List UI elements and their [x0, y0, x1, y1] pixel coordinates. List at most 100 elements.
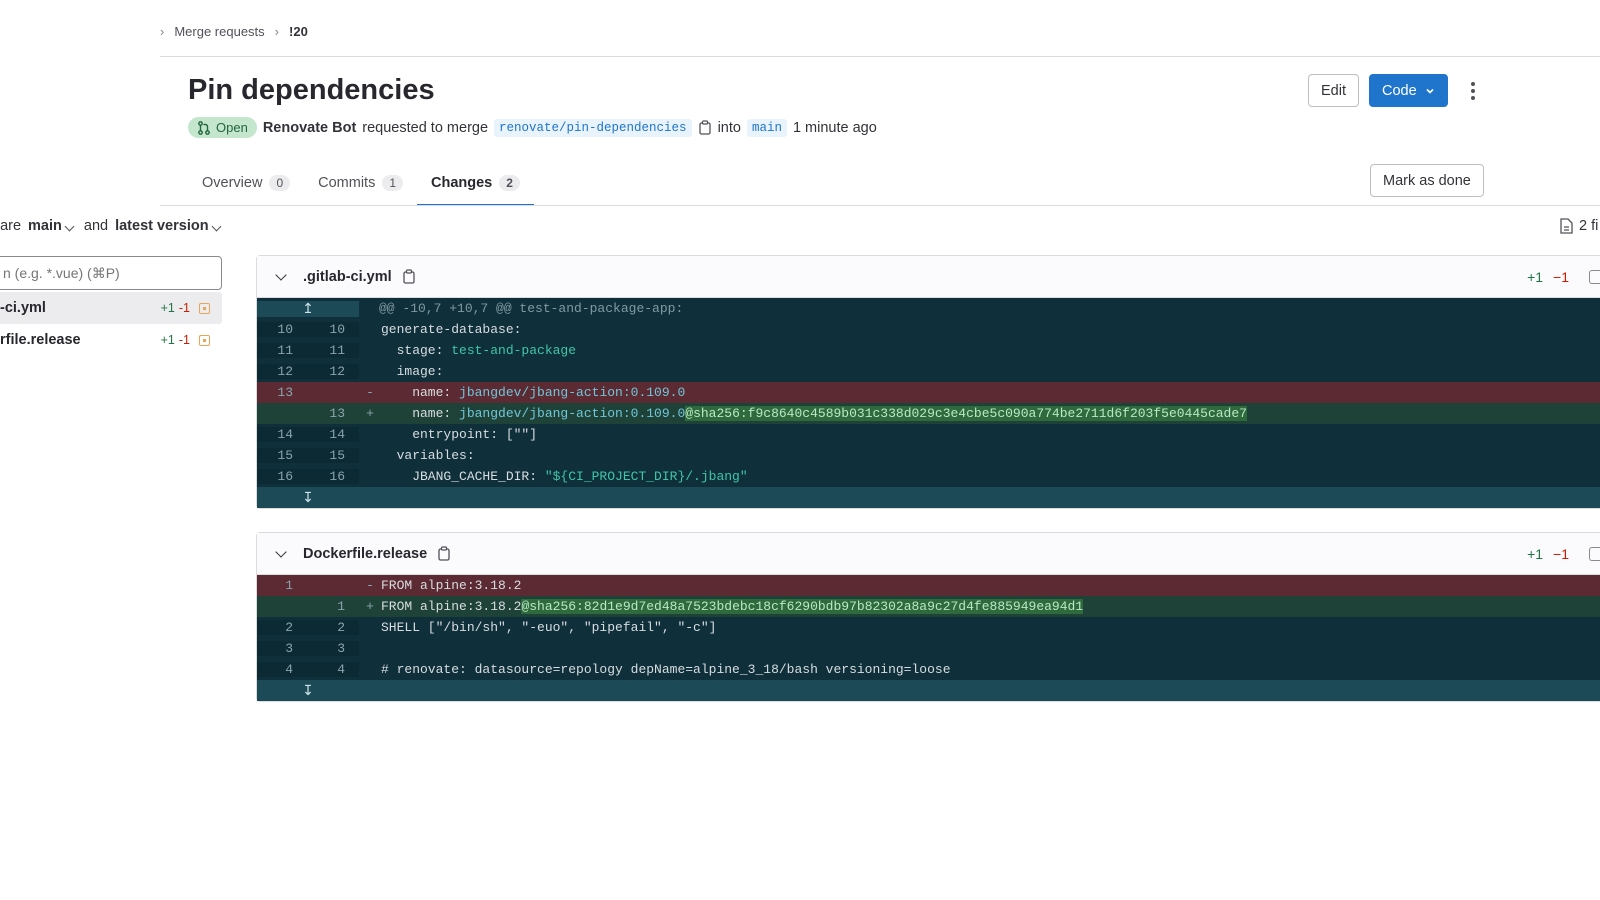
diff-code: generate-database: [381, 322, 522, 337]
diff-code: FROM alpine:3.18.2 [381, 578, 522, 593]
mark-as-done-button[interactable]: Mark as done [1370, 164, 1484, 197]
new-line-number[interactable] [307, 578, 359, 593]
head-version-dropdown[interactable]: latest version [115, 218, 224, 234]
file-filter-input[interactable] [0, 256, 222, 290]
base-version-label: main [28, 218, 62, 234]
code-dropdown-button[interactable]: Code [1369, 74, 1448, 107]
source-branch[interactable]: renovate/pin-dependencies [494, 118, 692, 137]
file-tree-item[interactable]: rfile.release +1 -1 [0, 324, 222, 356]
viewed-checkbox[interactable] [1589, 269, 1600, 284]
viewed-checkbox[interactable] [1589, 546, 1600, 561]
tab-commits[interactable]: Commits 1 [304, 160, 417, 206]
files-count[interactable]: 2 fi [1560, 218, 1598, 234]
diff-marker [359, 343, 381, 358]
breadcrumb: › Merge requests › !20 [160, 24, 308, 39]
diff-line: 33 [257, 638, 1600, 659]
chevron-down-icon [64, 221, 75, 232]
chevron-right-icon: › [274, 24, 280, 39]
new-line-number[interactable]: 11 [307, 343, 359, 358]
new-line-number[interactable]: 12 [307, 364, 359, 379]
diff-file-header: Dockerfile.release +1 −1 [257, 533, 1600, 575]
target-branch[interactable]: main [746, 118, 787, 137]
compare-versions: pare main and latest version [0, 218, 224, 234]
diff-line: 10 10 generate-database: [257, 319, 1600, 340]
diff-body: 1 - FROM alpine:3.18.2 1 + FROM alpine:3… [257, 575, 1600, 701]
copy-icon[interactable] [698, 120, 712, 135]
old-line-number[interactable]: 16 [257, 469, 307, 484]
added-count: +1 [160, 333, 175, 347]
head-version-label: latest version [115, 218, 209, 234]
file-icon [1560, 218, 1573, 234]
collapse-chevron-icon[interactable] [275, 545, 287, 558]
diff-filename[interactable]: .gitlab-ci.yml [303, 269, 392, 285]
more-actions-icon[interactable] [1458, 74, 1488, 107]
old-line-number[interactable]: 14 [257, 427, 307, 442]
breadcrumb-merge-requests[interactable]: Merge requests [174, 24, 264, 39]
compare-prefix: pare [0, 218, 22, 234]
file-tree-stats: +1 -1 [161, 333, 210, 347]
author-name[interactable]: Renovate Bot [263, 120, 356, 136]
chevron-down-icon [211, 221, 222, 232]
file-tree-stats: +1 -1 [161, 301, 210, 315]
diff-code: SHELL ["/bin/sh", "-euo", "pipefail", "-… [381, 620, 717, 635]
diff-code: name: jbangdev/jbang-action:0.109.0 [381, 385, 1600, 400]
file-tree-name: -ci.yml [0, 300, 46, 316]
inline-highlight: @sha256:82d1e9d7ed48a7523bdebc18cf6290bd… [521, 599, 1084, 614]
tab-count: 0 [269, 175, 291, 191]
old-line-number[interactable] [257, 599, 307, 614]
edit-button[interactable]: Edit [1308, 74, 1359, 107]
old-line-number[interactable]: 10 [257, 322, 307, 337]
diff-marker [359, 469, 381, 484]
compare-and: and [83, 218, 109, 234]
new-line-number[interactable]: 13 [307, 406, 359, 421]
expand-down-icon[interactable]: ↧ [257, 682, 359, 699]
inline-highlight: @sha256:f9c8640c4589b031c338d029c3e4cbe5… [685, 406, 1247, 421]
hunk-header: ↥ @@ -10,7 +10,7 @@ test-and-package-app… [257, 298, 1600, 319]
new-line-number[interactable]: 1 [307, 599, 359, 614]
new-line-number[interactable]: 10 [307, 322, 359, 337]
diff-marker [359, 448, 381, 463]
diff-code: FROM alpine:3.18.2@sha256:82d1e9d7ed48a7… [381, 599, 1600, 614]
old-line-number[interactable]: 12 [257, 364, 307, 379]
old-line-number[interactable]: 1 [257, 578, 307, 593]
code-button-label: Code [1382, 82, 1417, 99]
file-tree-item[interactable]: -ci.yml +1 -1 [0, 292, 222, 324]
diff-marker [359, 427, 381, 442]
copy-icon[interactable] [402, 269, 416, 284]
new-line-number[interactable]: 3 [307, 641, 359, 656]
old-line-number[interactable]: 2 [257, 620, 307, 635]
new-line-number[interactable]: 15 [307, 448, 359, 463]
old-line-number[interactable]: 13 [257, 385, 307, 400]
new-line-number[interactable]: 14 [307, 427, 359, 442]
diff-marker [359, 662, 381, 677]
added-count: +1 [1527, 268, 1544, 285]
diff-filename[interactable]: Dockerfile.release [303, 546, 427, 562]
new-line-number[interactable] [307, 385, 359, 400]
diff-file-header: .gitlab-ci.yml +1 −1 [257, 256, 1600, 298]
old-line-number[interactable]: 15 [257, 448, 307, 463]
new-line-number[interactable]: 16 [307, 469, 359, 484]
base-version-dropdown[interactable]: main [28, 218, 77, 234]
new-line-number[interactable]: 2 [307, 620, 359, 635]
collapse-chevron-icon[interactable] [275, 268, 287, 281]
into-text: into [717, 119, 741, 136]
old-line-number[interactable]: 3 [257, 641, 307, 656]
diff-line-added: 13 + name: jbangdev/jbang-action:0.109.0… [257, 403, 1600, 424]
diff-code: name: jbangdev/jbang-action:0.109.0@sha2… [381, 406, 1600, 421]
expand-down-icon[interactable]: ↧ [257, 489, 359, 506]
copy-icon[interactable] [437, 546, 451, 561]
tab-changes[interactable]: Changes 2 [417, 160, 534, 206]
old-line-number[interactable]: 11 [257, 343, 307, 358]
diff-line: 44 # renovate: datasource=repology depNa… [257, 659, 1600, 680]
expand-up-icon[interactable]: ↥ [257, 300, 359, 317]
removed-count: -1 [178, 301, 190, 315]
breadcrumb-current[interactable]: !20 [289, 24, 308, 39]
diff-line-removed: 13 - name: jbangdev/jbang-action:0.109.0 [257, 382, 1600, 403]
old-line-number[interactable] [257, 406, 307, 421]
diff-code: # renovate: datasource=repology depName=… [381, 662, 951, 677]
new-line-number[interactable]: 4 [307, 662, 359, 677]
added-count: +1 [1527, 545, 1544, 562]
old-line-number[interactable]: 4 [257, 662, 307, 677]
diff-marker: - [366, 578, 374, 593]
tab-overview[interactable]: Overview 0 [188, 160, 304, 206]
